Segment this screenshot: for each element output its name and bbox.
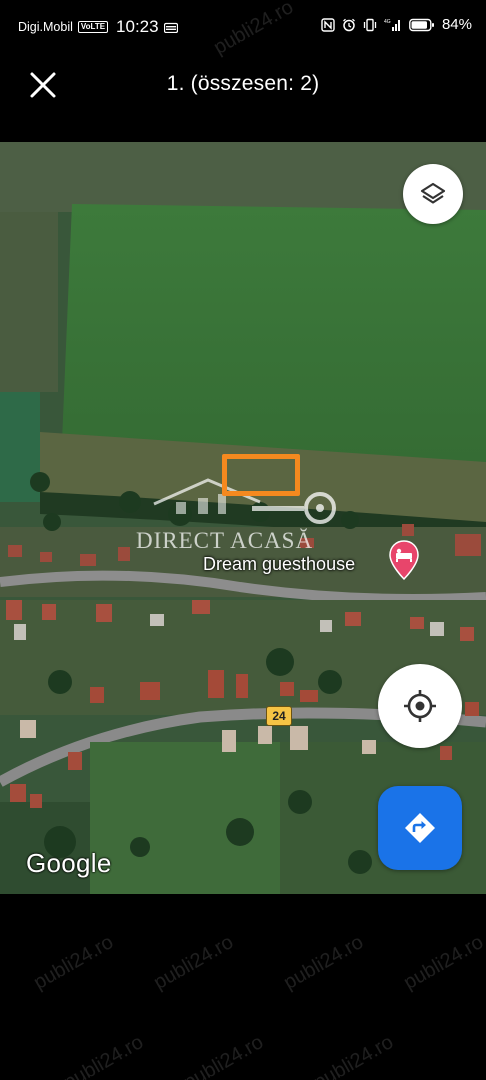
- signal-icon: 4G: [384, 19, 400, 31]
- status-right: 4G 84%: [321, 16, 472, 33]
- publi24-watermark: publi24.ro: [60, 1031, 148, 1080]
- directions-button[interactable]: [378, 786, 462, 870]
- photo-counter: 1. (összesen: 2): [166, 72, 320, 95]
- carrier-name: Digi.Mobil: [18, 20, 73, 34]
- status-left: Digi.Mobil VoLTE 10:23: [18, 17, 178, 37]
- volte-badge: VoLTE: [77, 21, 109, 33]
- publi24-watermark: publi24.ro: [30, 931, 118, 995]
- status-time: 10:23: [116, 17, 159, 36]
- svg-text:4G: 4G: [384, 19, 391, 25]
- road-number-shield: 24: [266, 706, 292, 726]
- layers-icon: [420, 182, 446, 204]
- nfc-icon: [321, 17, 335, 32]
- listing-photo[interactable]: DIRECT ACASĂ Dream guesthouse 24 Google: [0, 142, 486, 894]
- top-app-bar: 1. (összesen: 2): [0, 52, 486, 142]
- google-logo: Google: [26, 848, 112, 878]
- vibrate-icon: [363, 18, 377, 31]
- hotel-pin-icon[interactable]: [389, 540, 419, 580]
- battery-percent: 84%: [441, 16, 472, 33]
- photo-viewer-screen: Digi.Mobil VoLTE 10:23 4G 84% 1. (összes…: [0, 0, 486, 1080]
- layers-button[interactable]: [403, 164, 463, 224]
- battery-icon: [409, 18, 434, 31]
- place-label[interactable]: Dream guesthouse: [203, 554, 355, 575]
- publi24-watermark: publi24.ro: [400, 931, 486, 995]
- publi24-watermark: publi24.ro: [310, 1031, 398, 1080]
- alarm-icon: [343, 18, 355, 31]
- my-location-button[interactable]: [378, 664, 462, 748]
- publi24-watermark: publi24.ro: [180, 1031, 268, 1080]
- directions-icon: [405, 813, 435, 843]
- publi24-watermark: publi24.ro: [150, 931, 238, 995]
- wallet-icon: [163, 22, 178, 33]
- direct-acasa-wordmark: DIRECT ACASĂ: [136, 528, 314, 553]
- plot-marker: [222, 454, 300, 496]
- publi24-watermark: publi24.ro: [280, 931, 368, 995]
- my-location-icon: [404, 690, 436, 722]
